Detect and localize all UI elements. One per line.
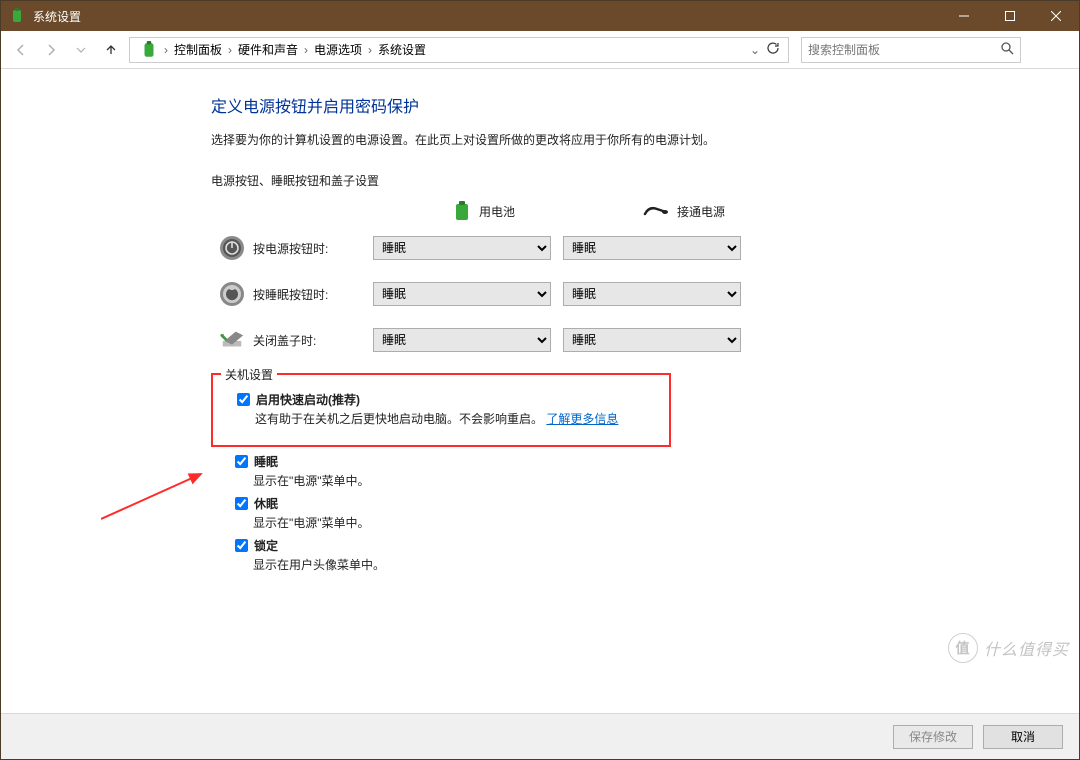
lock-menu-checkbox[interactable] bbox=[235, 539, 248, 552]
sleep-button-icon bbox=[219, 281, 245, 307]
lid-plugged-select[interactable]: 睡眠 bbox=[563, 328, 741, 352]
page-description: 选择要为你的计算机设置的电源设置。在此页上对设置所做的更改将应用于你所有的电源计… bbox=[211, 131, 931, 150]
row-label: 按睡眠按钮时: bbox=[253, 286, 373, 303]
annotation-arrow bbox=[101, 464, 221, 534]
refresh-icon[interactable] bbox=[766, 41, 780, 58]
chevron-right-icon: › bbox=[304, 43, 308, 57]
laptop-lid-icon bbox=[219, 327, 245, 353]
content-area: 定义电源按钮并启用密码保护 选择要为你的计算机设置的电源设置。在此页上对设置所做… bbox=[1, 69, 1079, 713]
footer: 保存修改 取消 bbox=[1, 713, 1079, 759]
chevron-right-icon: › bbox=[164, 43, 168, 57]
power-button-row: 按电源按钮时: 睡眠 睡眠 bbox=[211, 235, 931, 261]
row-label: 按电源按钮时: bbox=[253, 240, 373, 257]
power-button-battery-select[interactable]: 睡眠 bbox=[373, 236, 551, 260]
search-icon bbox=[1000, 41, 1014, 58]
breadcrumb-item[interactable]: 控制面板 bbox=[172, 41, 224, 58]
lock-menu-label: 锁定 bbox=[254, 537, 278, 554]
breadcrumb-bar[interactable]: › 控制面板 › 硬件和声音 › 电源选项 › 系统设置 ⌄ bbox=[129, 37, 789, 63]
battery-icon bbox=[453, 201, 471, 221]
section-label: 电源按钮、睡眠按钮和盖子设置 bbox=[211, 172, 931, 189]
watermark: 值 什么值得买 bbox=[948, 633, 1069, 663]
group-legend: 关机设置 bbox=[221, 366, 277, 383]
cancel-button[interactable]: 取消 bbox=[983, 725, 1063, 749]
search-placeholder: 搜索控制面板 bbox=[808, 41, 880, 58]
chevron-right-icon: › bbox=[228, 43, 232, 57]
nav-up-button[interactable] bbox=[97, 36, 125, 64]
sleep-menu-checkbox[interactable] bbox=[235, 455, 248, 468]
navbar: › 控制面板 › 硬件和声音 › 电源选项 › 系统设置 ⌄ 搜索控制面板 bbox=[1, 31, 1079, 69]
battery-app-icon bbox=[9, 8, 25, 24]
breadcrumb-item[interactable]: 硬件和声音 bbox=[236, 41, 300, 58]
power-button-icon bbox=[219, 235, 245, 261]
column-battery-label: 用电池 bbox=[479, 203, 515, 220]
lock-menu-desc: 显示在用户头像菜单中。 bbox=[253, 556, 931, 573]
nav-history-button[interactable] bbox=[67, 36, 95, 64]
shutdown-settings-group: 关机设置 启用快速启动(推荐) 这有助于在关机之后更快地启动电脑。不会影响重启。… bbox=[211, 373, 671, 447]
titlebar: 系统设置 bbox=[1, 1, 1079, 31]
battery-app-icon bbox=[140, 41, 158, 59]
nav-forward-button[interactable] bbox=[37, 36, 65, 64]
breadcrumb-item[interactable]: 电源选项 bbox=[312, 41, 364, 58]
row-label: 关闭盖子时: bbox=[253, 332, 373, 349]
sleep-button-plugged-select[interactable]: 睡眠 bbox=[563, 282, 741, 306]
window-title: 系统设置 bbox=[33, 8, 81, 25]
maximize-button[interactable] bbox=[987, 1, 1033, 31]
sleep-button-battery-select[interactable]: 睡眠 bbox=[373, 282, 551, 306]
fast-startup-desc: 这有助于在关机之后更快地启动电脑。不会影响重启。 了解更多信息 bbox=[255, 410, 657, 427]
sleep-menu-desc: 显示在"电源"菜单中。 bbox=[253, 472, 931, 489]
lid-battery-select[interactable]: 睡眠 bbox=[373, 328, 551, 352]
sleep-menu-label: 睡眠 bbox=[254, 453, 278, 470]
save-button[interactable]: 保存修改 bbox=[893, 725, 973, 749]
chevron-right-icon: › bbox=[368, 43, 372, 57]
learn-more-link[interactable]: 了解更多信息 bbox=[546, 412, 618, 426]
sleep-button-row: 按睡眠按钮时: 睡眠 睡眠 bbox=[211, 281, 931, 307]
hibernate-menu-label: 休眠 bbox=[254, 495, 278, 512]
nav-back-button[interactable] bbox=[7, 36, 35, 64]
watermark-text: 什么值得买 bbox=[984, 636, 1069, 660]
chevron-down-icon[interactable]: ⌄ bbox=[750, 43, 760, 57]
close-button[interactable] bbox=[1033, 1, 1079, 31]
watermark-badge: 值 bbox=[948, 633, 978, 663]
search-input[interactable]: 搜索控制面板 bbox=[801, 37, 1021, 63]
fast-startup-label: 启用快速启动(推荐) bbox=[256, 391, 360, 408]
hibernate-menu-checkbox[interactable] bbox=[235, 497, 248, 510]
minimize-button[interactable] bbox=[941, 1, 987, 31]
lid-close-row: 关闭盖子时: 睡眠 睡眠 bbox=[211, 327, 931, 353]
power-button-plugged-select[interactable]: 睡眠 bbox=[563, 236, 741, 260]
page-title: 定义电源按钮并启用密码保护 bbox=[211, 93, 931, 117]
plug-icon bbox=[643, 204, 669, 218]
column-plugged-label: 接通电源 bbox=[677, 203, 725, 220]
fast-startup-checkbox[interactable] bbox=[237, 393, 250, 406]
breadcrumb-item[interactable]: 系统设置 bbox=[376, 41, 428, 58]
hibernate-menu-desc: 显示在"电源"菜单中。 bbox=[253, 514, 931, 531]
